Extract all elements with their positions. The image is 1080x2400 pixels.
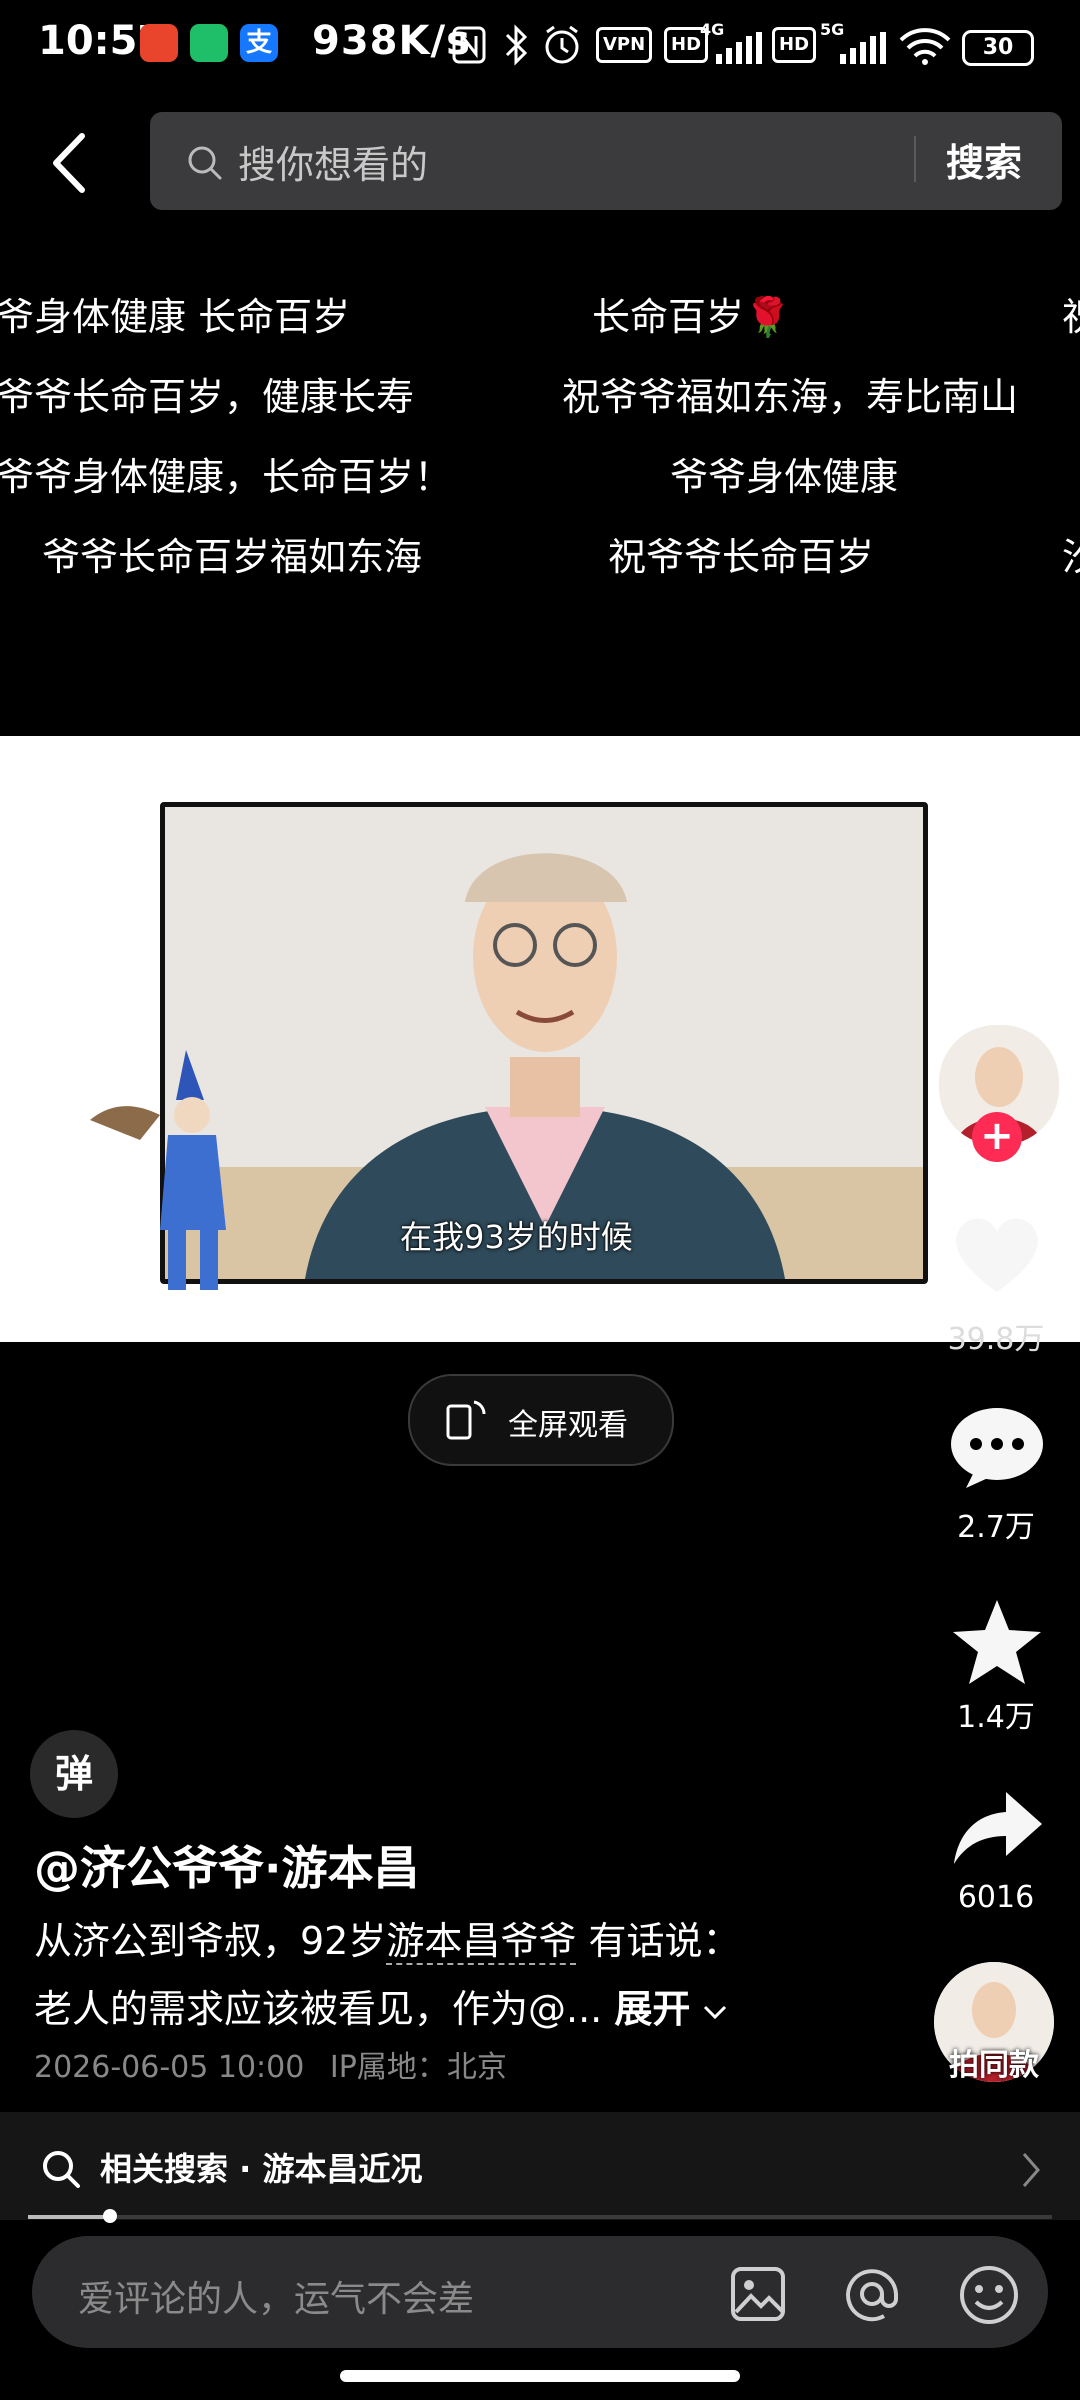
share-count: 6016 (957, 1880, 1035, 1915)
danmaku-item: 祝爷爷长命百岁 (608, 535, 875, 579)
status-bar: 10:57 支 938K/s VPN HD 4G HD 5G 30 (0, 0, 1080, 90)
fullscreen-rotate-icon (446, 1400, 486, 1440)
danmaku-item: 汐 (1062, 526, 1080, 581)
hd-indicator-2: HD (772, 27, 817, 63)
video-progress-track[interactable] (28, 2215, 1052, 2219)
comment-placeholder[interactable]: 爱评论的人，运气不会差 (78, 2270, 474, 2322)
video-progress-fill (28, 2215, 110, 2219)
danmaku-item: 长命百岁🌹 (592, 295, 792, 339)
emoji-icon[interactable] (958, 2264, 1020, 2326)
danmaku-item: 祝 (1062, 286, 1080, 341)
signal-icon-2 (840, 32, 886, 64)
author-name[interactable]: @济公爷爷·游本昌 (34, 1832, 419, 1898)
home-indicator[interactable] (340, 2370, 740, 2382)
post-ip-location: IP属地：北京 (329, 2050, 507, 2085)
nfc-icon (452, 26, 486, 64)
search-icon (188, 146, 222, 180)
back-arrow-icon[interactable] (48, 128, 92, 198)
danmaku-item: 爷爷身体健康，长命百岁！ (0, 455, 453, 499)
video-subtitle: 在我93岁的时候 (400, 1218, 633, 1256)
chevron-down-icon (704, 2005, 727, 2019)
mention-at-icon[interactable] (842, 2264, 902, 2324)
wifi-icon (899, 28, 951, 65)
danmaku-item: 祝爷爷福如东海，寿比南山 (562, 375, 1019, 419)
post-date: 2026-06-05 10:00 (34, 2050, 305, 2085)
search-placeholder[interactable]: 搜你想看的 (238, 134, 428, 189)
search-divider (914, 136, 916, 182)
signal-icon (716, 32, 762, 64)
favorite-star-icon[interactable] (950, 1596, 1044, 1686)
elderly-man-illustration (165, 807, 923, 1279)
vpn-indicator: VPN (596, 27, 653, 63)
bluetooth-icon (505, 24, 528, 66)
network-speed: 938K/s (312, 18, 471, 64)
expand-button[interactable]: 展开 (614, 1987, 690, 2031)
same-style-label[interactable]: 拍同款 (934, 2040, 1054, 2084)
jigong-cartoon-icon (90, 1050, 226, 1290)
danmaku-item: 爷身体健康 长命百岁 (0, 295, 351, 339)
danmaku-toggle-button[interactable]: 弹 (30, 1730, 118, 1818)
search-icon (43, 2151, 80, 2188)
alipay-icon: 支 (240, 24, 278, 62)
danmaku-item: 爷爷身体健康 (670, 455, 899, 499)
danmaku-item: 爷爷长命百岁，健康长寿 (0, 375, 415, 419)
share-arrow-icon[interactable] (950, 1786, 1044, 1870)
search-button[interactable]: 搜索 (946, 132, 1022, 187)
post-description-line2: 老人的需求应该被看见，作为@... 展开 (34, 1978, 728, 2033)
security-shield-icon (190, 24, 228, 62)
fullscreen-label[interactable]: 全屏观看 (508, 1400, 628, 1444)
like-count: 39.8万 (947, 1322, 1045, 1357)
follow-plus-button[interactable]: + (972, 1112, 1022, 1162)
desc-hashtag-link[interactable]: 游本昌爷爷 (386, 1919, 577, 1965)
desc-text: 从济公到爷叔，92岁 (34, 1919, 387, 1963)
desc-text: 有话说： (576, 1919, 741, 1963)
alarm-icon (545, 25, 579, 64)
post-meta: 2026-06-05 10:00 IP属地：北京 (34, 2042, 507, 2086)
favorite-count: 1.4万 (957, 1700, 1035, 1735)
post-description-line1: 从济公到爷叔，92岁游本昌爷爷 有话说： (34, 1910, 740, 1965)
battery-icon: 30 (962, 30, 1034, 66)
image-icon[interactable] (730, 2266, 786, 2322)
danmaku-item: 爷爷长命百岁福如东海 (42, 535, 423, 579)
comment-icon[interactable] (948, 1406, 1046, 1490)
chevron-right-icon (1022, 2153, 1040, 2187)
related-search-prefix: 相关搜索 · (100, 2150, 263, 2188)
comment-count: 2.7万 (957, 1510, 1035, 1545)
desc-text: 老人的需求应该被看见，作为@... (34, 1987, 603, 2031)
related-search-text[interactable]: 相关搜索 · 游本昌近况 (100, 2144, 422, 2190)
related-search-term: 游本昌近况 (262, 2150, 423, 2188)
app-notification-icon (140, 24, 178, 62)
video-progress-knob[interactable] (102, 2209, 117, 2223)
like-heart-icon[interactable] (950, 1212, 1044, 1298)
